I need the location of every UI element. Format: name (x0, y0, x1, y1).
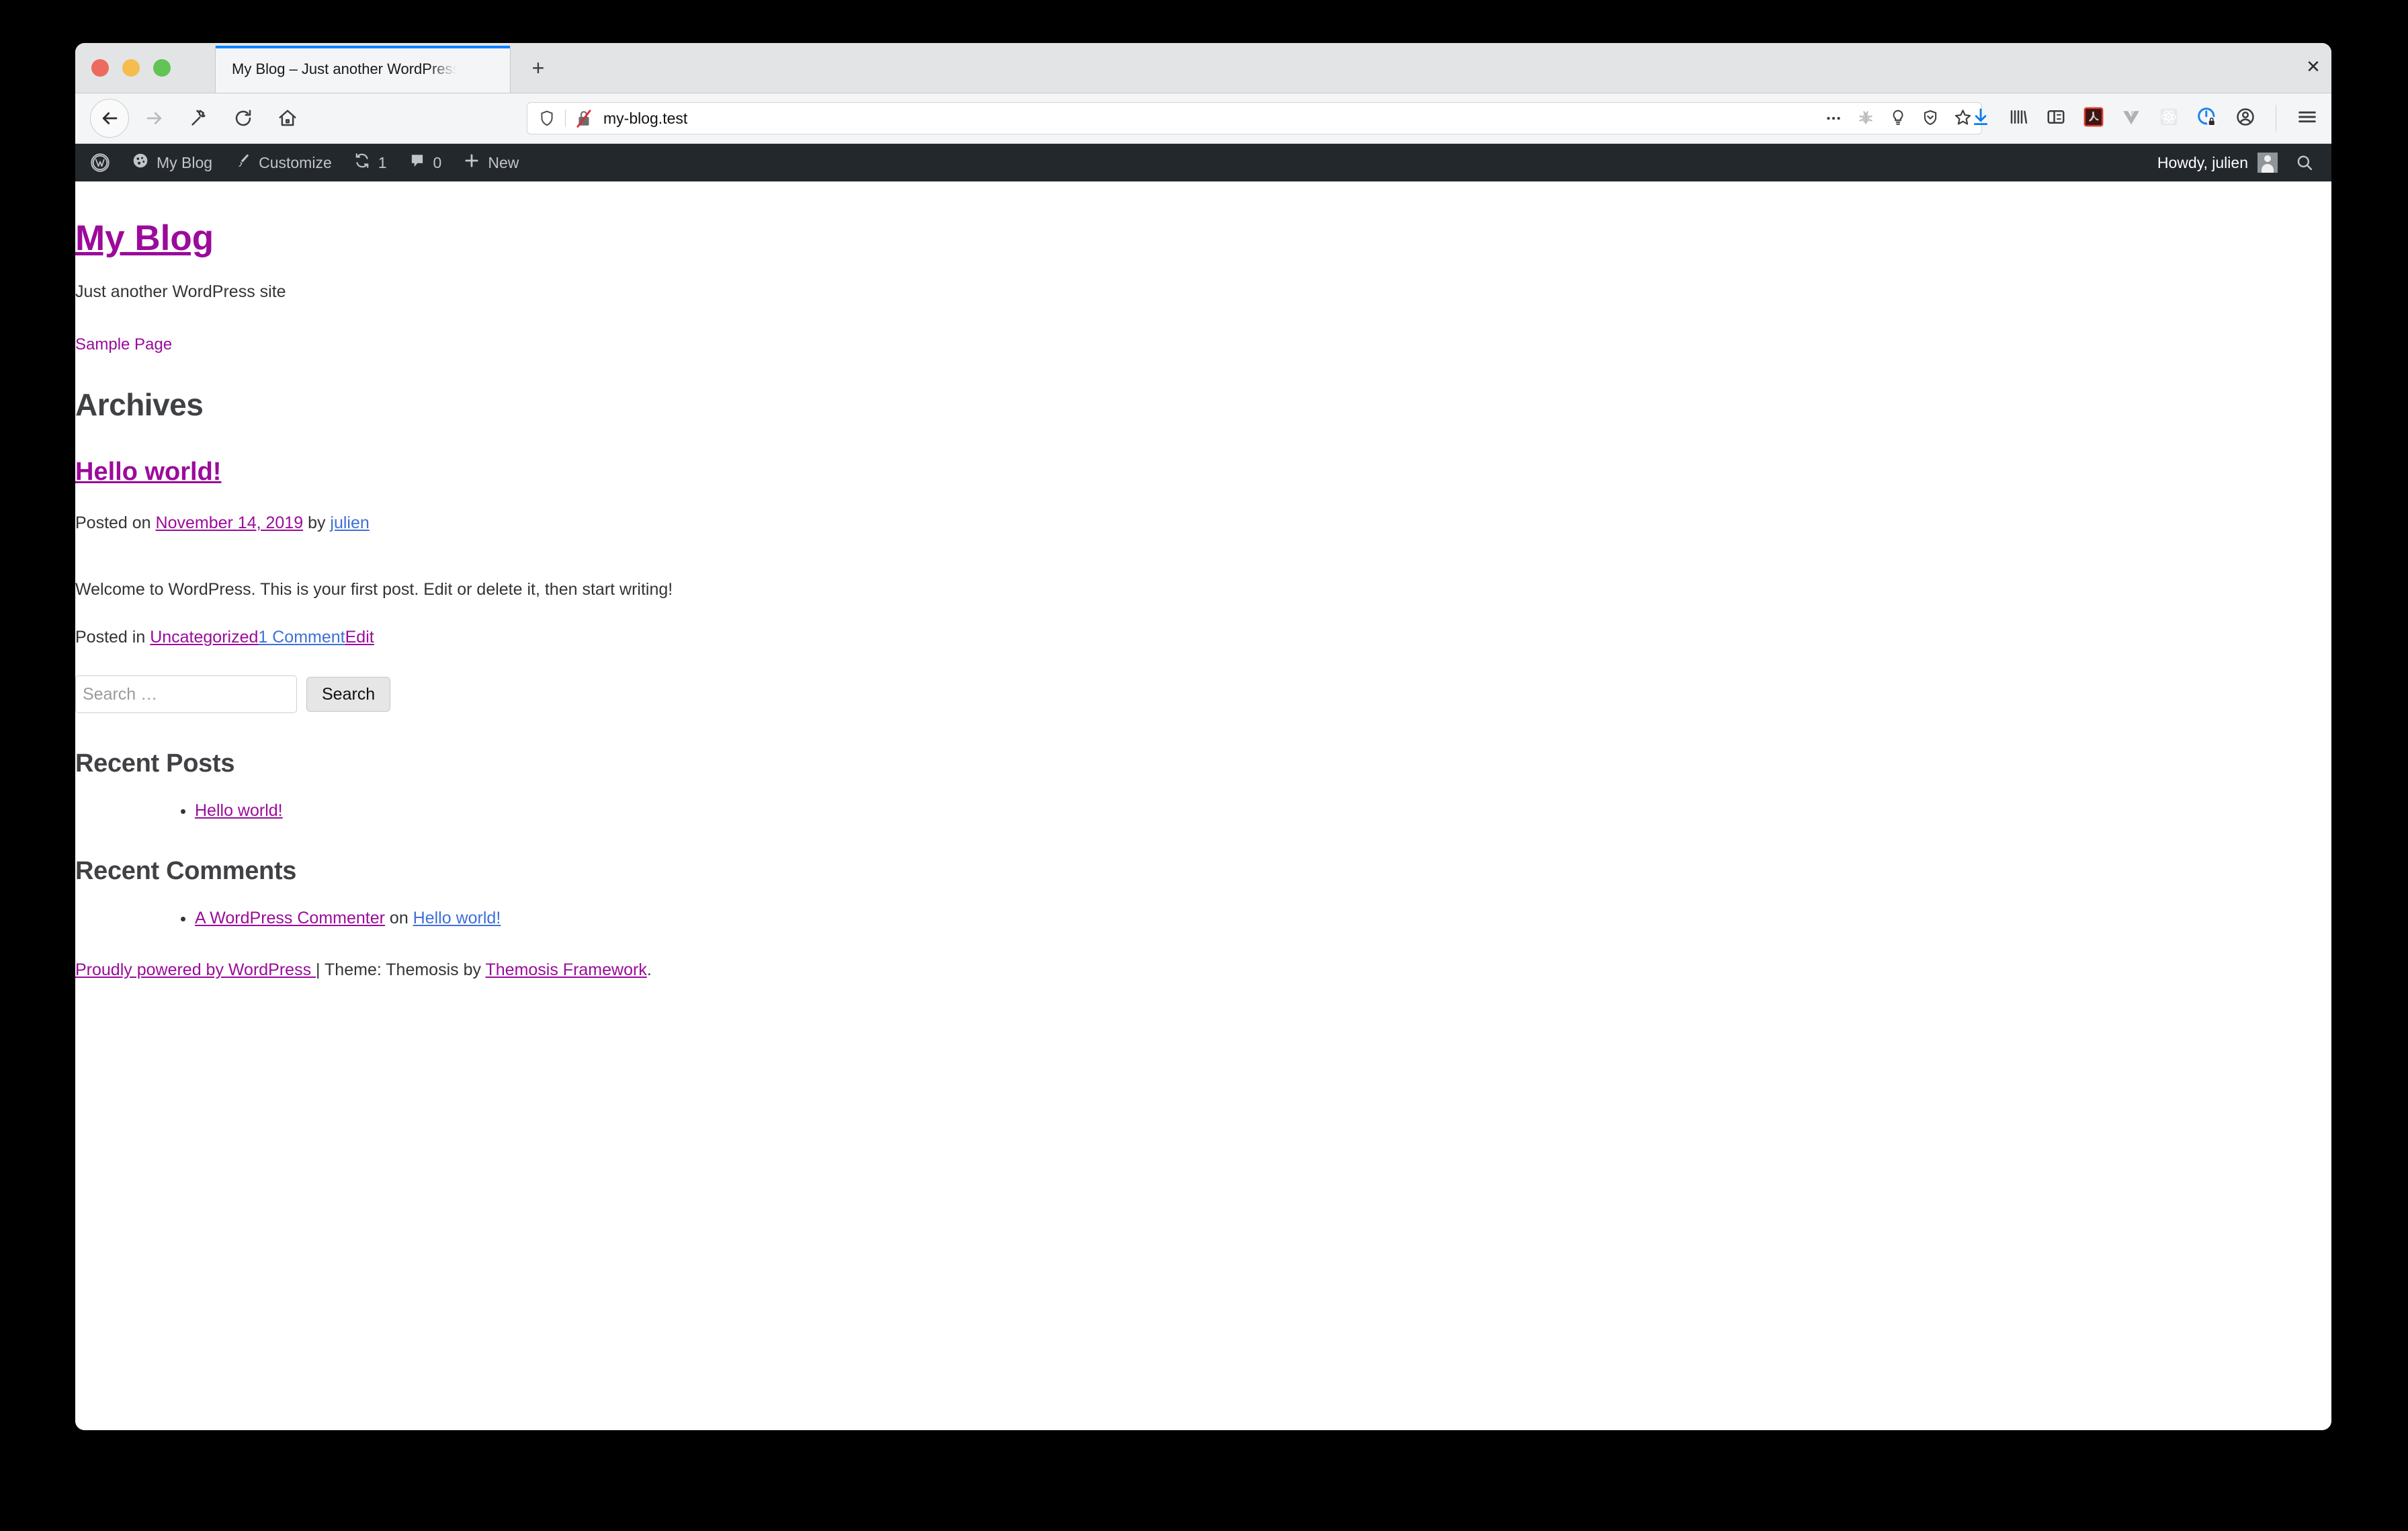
tab-strip: My Blog – Just another WordPress s ✕ + (75, 43, 2331, 93)
navigation-toolbar: my-blog.test (75, 93, 2331, 144)
menu-item-sample-page[interactable]: Sample Page (75, 335, 172, 354)
posted-in-label: Posted in (75, 628, 150, 647)
url-bar-actions (1825, 103, 1972, 135)
site-branding: My Blog (75, 181, 2331, 258)
avatar (2258, 153, 2278, 173)
adminbar-updates-count: 1 (378, 154, 387, 172)
site-footer: Proudly powered by WordPress | Theme: Th… (75, 960, 2331, 980)
adminbar-updates[interactable]: 1 (343, 144, 398, 181)
library-icon[interactable] (2008, 107, 2028, 130)
list-item: Hello world! (195, 801, 2331, 821)
post-title-link[interactable]: Hello world! (75, 458, 221, 487)
theme-credit-label: | Theme: Themosis by (316, 960, 485, 979)
new-tab-button[interactable]: + (527, 56, 550, 79)
maximize-window-button[interactable] (153, 59, 171, 77)
adminbar-search-button[interactable] (2288, 153, 2331, 172)
footer-period: . (647, 960, 652, 979)
close-tab-button[interactable]: ✕ (2303, 56, 2323, 77)
post-content: Welcome to WordPress. This is your first… (75, 580, 2331, 599)
post-edit-link[interactable]: Edit (345, 628, 374, 647)
search-form: Search (75, 675, 2331, 713)
site-description: Just another WordPress site (75, 282, 2331, 302)
insecure-lock-icon[interactable] (575, 109, 593, 128)
widget-title-recent-comments: Recent Comments (75, 857, 2331, 886)
close-window-button[interactable] (91, 59, 109, 77)
posted-on-label: Posted on (75, 513, 156, 532)
dashboard-icon (132, 152, 149, 173)
adminbar-new[interactable]: New (452, 144, 529, 181)
adminbar-comments[interactable]: 0 (398, 144, 453, 181)
download-icon[interactable] (1971, 107, 1991, 130)
browser-tab[interactable]: My Blog – Just another WordPress s (215, 46, 511, 93)
powered-by-wordpress-link[interactable]: Proudly powered by WordPress (75, 960, 316, 979)
wrench-icon[interactable] (180, 99, 218, 137)
recent-posts-list: Hello world! (75, 801, 2331, 821)
account-icon[interactable] (2235, 107, 2255, 130)
post-date-link[interactable]: November 14, 2019 (156, 513, 304, 532)
search-input[interactable] (75, 675, 297, 713)
lightbulb-icon[interactable] (1889, 109, 1907, 130)
tab-title: My Blog – Just another WordPress s (232, 60, 456, 78)
window-controls (91, 59, 171, 77)
sidebar-icon[interactable] (2046, 107, 2066, 130)
primary-menu: Sample Page (75, 335, 2331, 354)
plus-icon (463, 152, 480, 173)
update-icon (353, 152, 371, 173)
minimize-window-button[interactable] (122, 59, 140, 77)
recent-post-link[interactable]: Hello world! (195, 801, 283, 820)
vue-devtools-icon[interactable] (2121, 107, 2141, 130)
wordpress-admin-bar: My Blog Customize 1 (75, 144, 2331, 181)
privacy-lock-icon[interactable] (2196, 106, 2218, 131)
adminbar-customize-label: Customize (259, 154, 332, 172)
react-devtools-icon[interactable] (2159, 107, 2179, 130)
post-category-link[interactable]: Uncategorized (150, 628, 258, 647)
star-icon[interactable] (1954, 108, 1972, 130)
adminbar-site-name[interactable]: My Blog (121, 144, 223, 181)
post-footer: Posted in Uncategorized1 CommentEdit (75, 628, 2331, 647)
site-title[interactable]: My Blog (75, 219, 214, 258)
adminbar-comments-count: 0 (433, 154, 442, 172)
page-title: Archives (75, 386, 2331, 423)
search-submit-button[interactable]: Search (306, 677, 390, 712)
post-meta: Posted on November 14, 2019 by julien (75, 513, 2331, 533)
adminbar-site-name-label: My Blog (157, 154, 212, 172)
themosis-framework-link[interactable]: Themosis Framework (486, 960, 647, 979)
home-icon[interactable] (269, 99, 306, 137)
bug-icon[interactable] (1857, 109, 1875, 130)
browser-window: My Blog – Just another WordPress s ✕ + (75, 43, 2331, 1430)
adminbar-account[interactable]: Howdy, julien (2147, 153, 2288, 173)
comment-bubble-icon (408, 152, 426, 173)
wordpress-logo-icon[interactable] (75, 144, 121, 181)
acrobat-extension-icon[interactable] (2083, 107, 2104, 130)
comment-author-link[interactable]: A WordPress Commenter (195, 909, 385, 927)
howdy-label: Howdy, julien (2157, 154, 2248, 172)
recent-comments-list: A WordPress Commenter on Hello world! (75, 909, 2331, 928)
adminbar-new-label: New (488, 154, 519, 172)
paintbrush-icon (234, 152, 251, 173)
list-item: A WordPress Commenter on Hello world! (195, 909, 2331, 928)
page-content: My Blog Just another WordPress site Samp… (75, 181, 2331, 1430)
url-divider (565, 110, 566, 127)
post-comments-link[interactable]: 1 Comment (258, 628, 345, 647)
pocket-shield-icon[interactable] (1922, 109, 1939, 130)
toolbar-icons (1971, 93, 2318, 143)
post-author-link[interactable]: julien (330, 513, 369, 532)
comment-on-label: on (385, 909, 413, 927)
widget-title-recent-posts: Recent Posts (75, 749, 2331, 778)
ellipsis-icon[interactable] (1825, 109, 1842, 130)
shield-icon[interactable] (538, 110, 556, 127)
adminbar-right-section: Howdy, julien (2147, 144, 2331, 181)
forward-arrow-icon[interactable] (136, 99, 173, 137)
back-arrow-icon[interactable] (90, 99, 129, 138)
by-label: by (303, 513, 330, 532)
reload-icon[interactable] (224, 99, 262, 137)
comment-post-link[interactable]: Hello world! (413, 909, 501, 927)
hamburger-menu-icon[interactable] (2296, 106, 2318, 131)
url-bar[interactable]: my-blog.test (527, 102, 1982, 134)
url-text: my-blog.test (603, 110, 687, 128)
adminbar-customize[interactable]: Customize (223, 144, 343, 181)
